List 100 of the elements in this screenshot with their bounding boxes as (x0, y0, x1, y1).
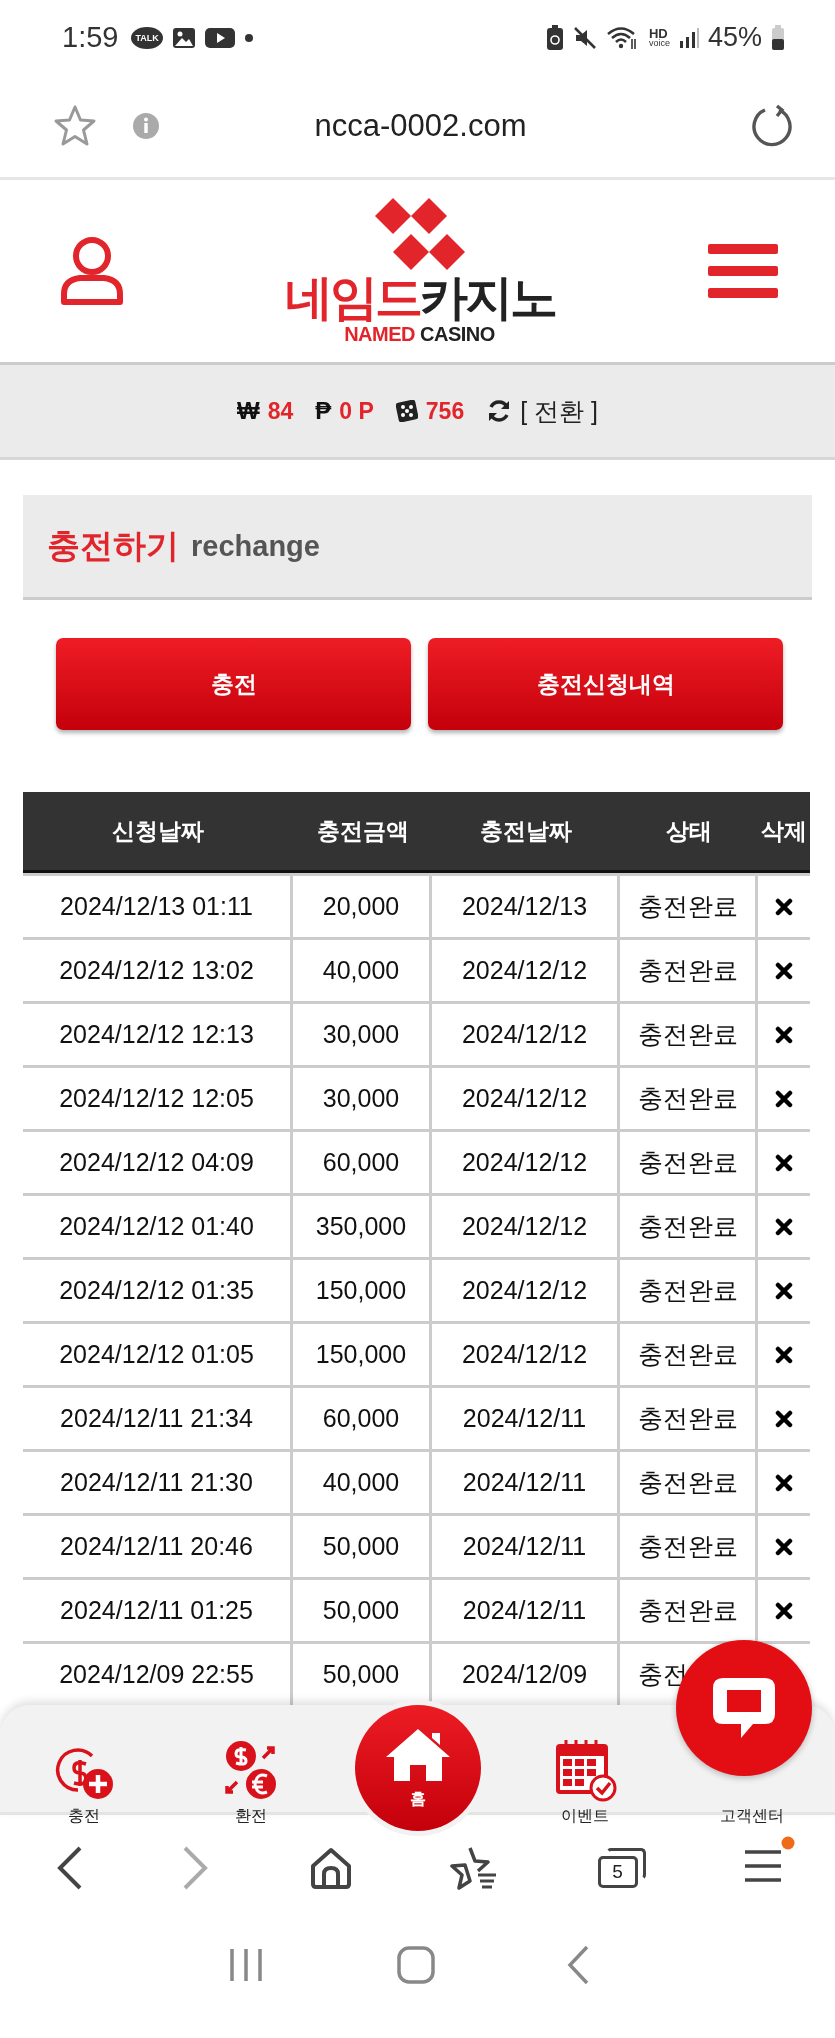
dot-icon (243, 32, 254, 43)
delete-icon[interactable] (775, 1153, 793, 1172)
table-cell: 20,000 (293, 876, 429, 937)
delete-icon[interactable] (775, 1089, 793, 1108)
video-notification-icon (204, 26, 235, 49)
table-cell: 2024/12/13 (432, 876, 617, 937)
table-cell: 2024/12/12 (432, 1068, 617, 1129)
battery-saver-icon (545, 24, 564, 51)
delete-icon[interactable] (775, 1537, 793, 1556)
table-cell: 충전완료 (620, 1324, 755, 1385)
menu-icon[interactable] (742, 1847, 783, 1884)
table-cell: 2024/12/11 21:34 (23, 1388, 290, 1449)
nav-label[interactable]: 충전 (67, 1806, 100, 1827)
delete-icon[interactable] (775, 1281, 793, 1300)
nav-label[interactable]: 고객센터 (719, 1806, 784, 1827)
back-nav-icon[interactable] (565, 1945, 590, 1985)
table-cell: 2024/12/11 (432, 1388, 617, 1449)
table-cell: 2024/12/13 01:11 (23, 876, 290, 937)
user-icon[interactable] (60, 236, 124, 306)
dice-icon (395, 400, 418, 422)
table-cell: 충전완료 (620, 1196, 755, 1257)
table-cell: 2024/12/12 12:05 (23, 1068, 290, 1129)
table-cell: 2024/12/12 (432, 1004, 617, 1065)
table-cell: 2024/12/11 (432, 1452, 617, 1513)
table-cell: 2024/12/12 (432, 940, 617, 1001)
column-header: 충전날짜 (479, 816, 573, 846)
delete-icon[interactable] (775, 1409, 793, 1428)
table-cell: 2024/12/11 20:46 (23, 1516, 290, 1577)
table-cell: 30,000 (293, 1004, 429, 1065)
tab-button[interactable]: 충전 (56, 638, 411, 730)
nav-label[interactable]: 환전 (234, 1806, 267, 1827)
table-cell: 50,000 (293, 1580, 429, 1641)
url-text[interactable]: ncca-0002.com (160, 108, 681, 144)
table-cell: 60,000 (293, 1388, 429, 1449)
table-cell: 2024/12/12 01:40 (23, 1196, 290, 1257)
home-icon[interactable] (308, 1845, 353, 1890)
table-cell: 충전완료 (620, 1260, 755, 1321)
clock-time: 1:59 (62, 21, 119, 54)
table-cell: 2024/12/12 01:05 (23, 1324, 290, 1385)
nav-label[interactable]: 이벤트 (560, 1806, 609, 1827)
image-notification-icon (171, 26, 196, 49)
balance-value: 0 P (339, 397, 374, 425)
reload-icon[interactable] (751, 104, 795, 148)
table-cell: 충전완료 (620, 1452, 755, 1513)
chat-notification-icon: TALK (131, 26, 163, 49)
table-cell: 충전완료 (620, 1004, 755, 1065)
delete-icon[interactable] (775, 1601, 793, 1620)
tab-button[interactable]: 충전신청내역 (428, 638, 783, 730)
table-cell: 2024/12/12 12:13 (23, 1004, 290, 1065)
table-cell: 150,000 (293, 1324, 429, 1385)
column-header: 상태 (665, 816, 713, 846)
column-header: 신청날짜 (111, 816, 205, 846)
convert-link[interactable]: [ 전환 ] (520, 394, 598, 428)
table-cell: 2024/12/12 (432, 1132, 617, 1193)
table-cell: 60,000 (293, 1132, 429, 1193)
table-cell: 2024/12/12 01:35 (23, 1260, 290, 1321)
balance-value: 756 (425, 397, 465, 425)
table-cell: 충전완료 (620, 1580, 755, 1641)
delete-icon[interactable] (775, 1473, 793, 1492)
currency-symbol: ₩ (237, 397, 260, 425)
table-cell: 2024/12/12 (432, 1196, 617, 1257)
logo-subtitle: NAMED CASINO (344, 323, 495, 346)
table-cell: 2024/12/12 13:02 (23, 940, 290, 1001)
delete-icon[interactable] (775, 1345, 793, 1364)
section-subtitle: rechange (191, 529, 320, 563)
table-cell: 2024/12/09 (432, 1644, 617, 1705)
signal-icon (678, 26, 699, 49)
balance-value: 84 (267, 397, 294, 425)
table-cell: 2024/12/11 (432, 1580, 617, 1641)
section-title: 충전하기 (47, 525, 179, 566)
table-cell: 30,000 (293, 1068, 429, 1129)
column-header: 삭제 (760, 816, 808, 846)
hd-voice-indicator: HD voice (648, 27, 670, 48)
delete-icon[interactable] (775, 1025, 793, 1044)
table-cell: 50,000 (293, 1644, 429, 1705)
currency-symbol: ₱ (315, 397, 332, 425)
logo-wordmark: 네임드카지노 (284, 272, 555, 324)
table-cell: 2024/12/11 01:25 (23, 1580, 290, 1641)
table-cell: 150,000 (293, 1260, 429, 1321)
table-cell: 350,000 (293, 1196, 429, 1257)
table-cell: 2024/12/12 04:09 (23, 1132, 290, 1193)
table-cell: 40,000 (293, 940, 429, 1001)
bookmark-star-icon[interactable] (52, 104, 98, 148)
menu-icon[interactable] (707, 241, 779, 301)
table-cell: 2024/12/11 21:30 (23, 1452, 290, 1513)
delete-icon[interactable] (775, 897, 793, 916)
delete-icon[interactable] (775, 961, 793, 980)
table-cell: 충전완료 (620, 940, 755, 1001)
table-cell: 50,000 (293, 1516, 429, 1577)
battery-icon (771, 24, 785, 51)
mute-icon (572, 25, 597, 50)
home-nav-icon[interactable] (396, 1946, 435, 1984)
table-cell: 충전완료 (620, 1068, 755, 1129)
table-cell: 2024/12/09 22:55 (23, 1644, 290, 1705)
column-header: 충전금액 (315, 816, 410, 846)
table-cell: 40,000 (293, 1452, 429, 1513)
table-cell: 2024/12/11 (432, 1516, 617, 1577)
delete-icon[interactable] (775, 1217, 793, 1236)
table-cell: 2024/12/12 (432, 1324, 617, 1385)
table-cell: 2024/12/12 (432, 1260, 617, 1321)
